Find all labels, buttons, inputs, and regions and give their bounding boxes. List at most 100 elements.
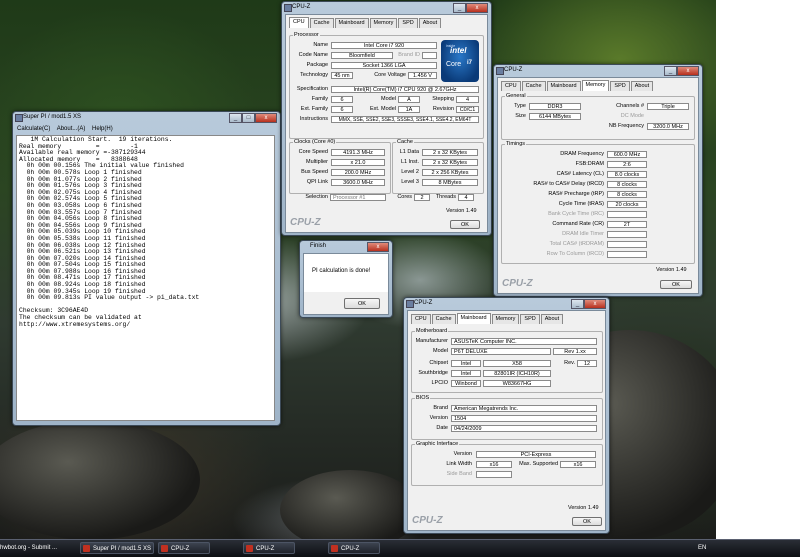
cpuz-titlebar[interactable]: CPU-Z _ x (282, 2, 491, 13)
window-title: Finish (310, 243, 327, 249)
taskbar-button-label: CPU-Z (171, 546, 190, 552)
taskbar-button-label: hwbot.org - Submit ... (0, 545, 58, 551)
finish-client: PI calculation is done! OK (303, 253, 389, 315)
instructions-value: MMX, SSE, SSE2, SSE3, SSSE3, SSE4.1, SSE… (331, 116, 479, 123)
close-button[interactable]: x (677, 66, 699, 76)
specification-value: Intel(R) Core(TM) i7 CPU 920 @ 2.67GHz (331, 86, 479, 93)
taskbar-button[interactable]: Super PI / mod1.5 XS (80, 542, 154, 554)
window-title: CPU-Z (292, 4, 311, 10)
l1-data-label: L1 Data (399, 149, 419, 155)
manufacturer-label: Manufacturer (415, 338, 448, 344)
output-console[interactable]: 1M Calculation Start. 19 iterations. Real… (16, 135, 275, 421)
cores-label: Cores (397, 194, 412, 200)
taskbar-button[interactable]: CPU-Z (158, 542, 210, 554)
cpuz-memory-window: CPU-Z _ x CPU Cache Mainboard Memory SPD … (493, 64, 703, 297)
processor-select[interactable]: Processor #1 (330, 194, 386, 201)
group-title: BIOS (415, 395, 431, 402)
app-icon (331, 545, 338, 552)
group-title: Cache (396, 139, 414, 146)
tab-cache[interactable]: Cache (521, 81, 546, 91)
model-revision: Rev 1.xx (553, 348, 597, 355)
tab-about[interactable]: About (540, 314, 564, 324)
tab-mainboard[interactable]: Mainboard (546, 81, 581, 91)
app-icon (284, 4, 292, 12)
name-label: Name (313, 42, 328, 48)
tab-mainboard[interactable]: Mainboard (456, 313, 491, 324)
tab-cache[interactable]: Cache (309, 18, 334, 28)
wallpaper-rock (0, 420, 200, 539)
menu-help[interactable]: Help(H) (92, 126, 113, 132)
minimize-button[interactable]: _ (453, 3, 466, 13)
ok-button[interactable]: OK (344, 298, 380, 309)
ext-family-value: 6 (331, 106, 353, 113)
close-button[interactable]: x (584, 299, 606, 309)
channels-value: Triple (647, 103, 689, 110)
minimize-button[interactable]: _ (664, 66, 677, 76)
menu-calculate[interactable]: Calculate(C) (17, 126, 50, 132)
size-value: 6144 MBytes (529, 113, 581, 120)
model-value: P6T DELUXE (451, 348, 551, 355)
tab-memory[interactable]: Memory (369, 18, 398, 28)
superpi-titlebar[interactable]: Super PI / mod1.5 XS _ □ x (13, 112, 280, 123)
tab-spd[interactable]: SPD (520, 314, 540, 324)
tab-memory[interactable]: Memory (581, 80, 610, 91)
chipset-value: X58 (483, 360, 551, 367)
timing-label: FSB:DRAM (575, 161, 604, 167)
taskbar-button[interactable]: hwbot.org - Submit ... (0, 542, 80, 554)
ok-button[interactable]: OK (572, 517, 602, 526)
tab-cpu[interactable]: CPU (411, 314, 431, 324)
model-label: Model (381, 96, 396, 102)
tab-about[interactable]: About (418, 18, 442, 28)
finish-titlebar[interactable]: Finish x (300, 241, 392, 252)
timing-value: 8 clocks (607, 191, 647, 198)
ok-button[interactable]: OK (660, 280, 692, 289)
tab-about[interactable]: About (630, 81, 654, 91)
tab-cpu[interactable]: CPU (289, 17, 309, 28)
tab-spd[interactable]: SPD (398, 18, 418, 28)
taskbar-button[interactable]: CPU-Z (243, 542, 295, 554)
close-button[interactable]: x (255, 113, 277, 123)
level2-value: 2 x 256 KBytes (422, 169, 478, 176)
close-button[interactable]: x (367, 242, 389, 252)
l1-data-value: 2 x 32 KBytes (422, 149, 478, 156)
qpi-link-label: QPI Link (306, 179, 328, 185)
package-value: Socket 1366 LGA (331, 62, 437, 69)
level3-value: 8 MBytes (422, 179, 478, 186)
version-label: Version 1.49 (446, 208, 477, 214)
type-label: Type (514, 103, 526, 109)
type-value: DDR3 (529, 103, 581, 110)
tab-spd[interactable]: SPD (610, 81, 630, 91)
tab-strip: CPU Cache Mainboard Memory SPD About (501, 80, 654, 91)
tab-cache[interactable]: Cache (431, 314, 456, 324)
processor-group: Processor Name Intel Core i7 920 Code Na… (289, 32, 484, 139)
timing-label: Command Rate (CR) (552, 221, 604, 227)
max-supported-label: Max. Supported (519, 461, 558, 467)
minimize-button[interactable]: _ (571, 299, 584, 309)
cpuz-titlebar[interactable]: CPU-Z _ x (404, 298, 609, 309)
tab-memory[interactable]: Memory (491, 314, 520, 324)
maximize-button[interactable]: □ (242, 113, 255, 123)
taskbar-button[interactable]: CPU-Z (328, 542, 380, 554)
link-width-label: Link Width (446, 461, 472, 467)
multiplier-value: x 21.0 (331, 159, 385, 166)
menu-about[interactable]: About...(A) (57, 126, 86, 132)
core-voltage-value: 1.456 V (408, 72, 437, 79)
graphic-interface-group: Graphic Interface Version PCI-Express Li… (411, 441, 603, 486)
tab-cpu[interactable]: CPU (501, 81, 521, 91)
cpuz-titlebar[interactable]: CPU-Z _ x (494, 65, 702, 76)
technology-label: Technology (300, 72, 328, 78)
motherboard-group: Motherboard Manufacturer ASUSTeK Compute… (411, 328, 603, 393)
cpuz-brand: CPU-Z (412, 515, 443, 526)
cpuz-cpu-window: CPU-Z _ x CPU Cache Mainboard Memory SPD … (281, 1, 492, 236)
minimize-button[interactable]: _ (229, 113, 242, 123)
ok-button[interactable]: OK (450, 220, 480, 229)
close-button[interactable]: x (466, 3, 488, 13)
technology-value: 45 nm (331, 72, 353, 79)
language-indicator[interactable]: EN (698, 542, 706, 554)
tab-mainboard[interactable]: Mainboard (334, 18, 369, 28)
tab-strip: CPU Cache Mainboard Memory SPD About (411, 313, 564, 324)
ext-family-label: Ext. Family (300, 106, 328, 112)
bios-group: BIOS Brand American Megatrends Inc. Vers… (411, 395, 603, 440)
finish-dialog: Finish x PI calculation is done! OK (299, 240, 393, 318)
timing-label: DRAM Frequency (560, 151, 604, 157)
